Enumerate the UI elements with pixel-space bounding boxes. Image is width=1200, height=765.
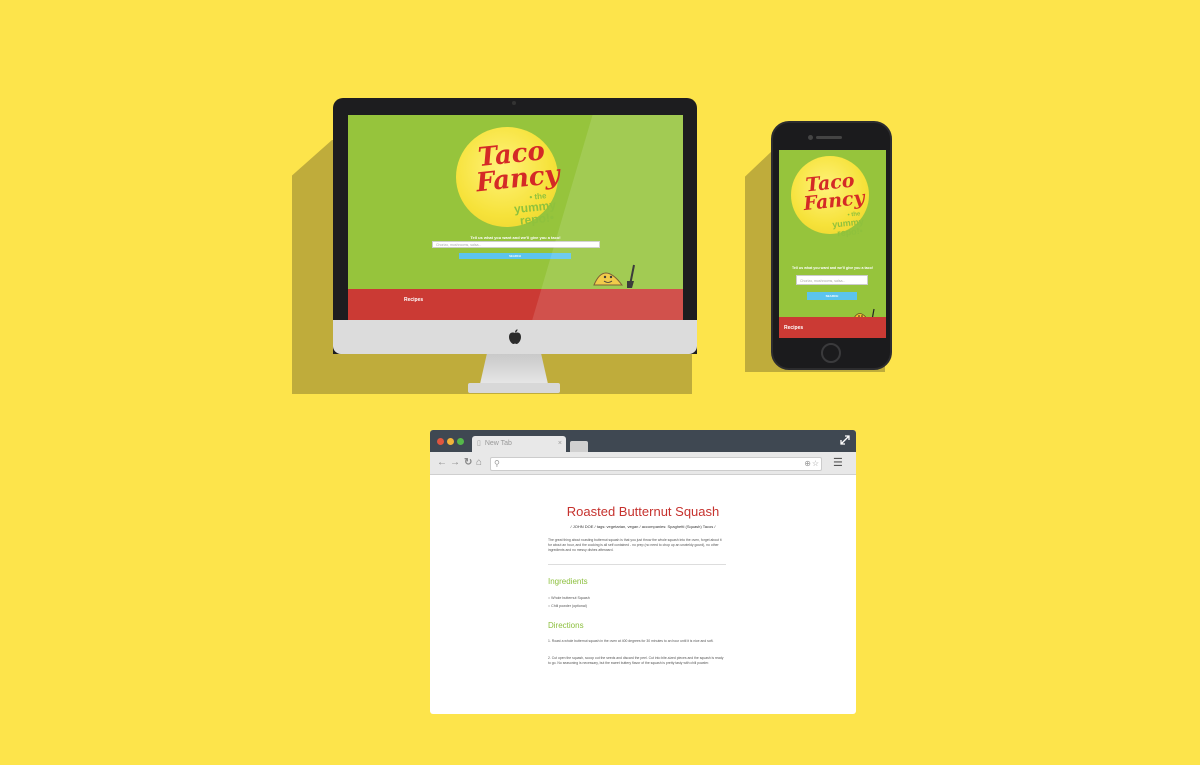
- search-input[interactable]: Chorizo, mushrooms, salsa...: [432, 241, 600, 248]
- menu-icon[interactable]: ☰: [833, 457, 843, 469]
- imac-frame: Taco Fancy • the yummy repo!• Tell us wh…: [333, 98, 697, 354]
- recipe-description: The great thing about roasting butternut…: [548, 538, 722, 552]
- fullscreen-icon[interactable]: [840, 435, 850, 445]
- search-button[interactable]: SEARCH: [807, 292, 857, 300]
- zoom-icon[interactable]: ⊕: [804, 458, 811, 470]
- divider: [548, 564, 726, 565]
- recipe-title: Roasted Butternut Squash: [566, 504, 720, 519]
- footer-recipes-link[interactable]: Recipes: [404, 297, 423, 303]
- forward-arrow-icon[interactable]: →: [450, 457, 460, 469]
- phone-speaker: [816, 136, 842, 139]
- tab-new-tab[interactable]: ▯ New Tab ×: [472, 436, 566, 452]
- window-maximize-button[interactable]: [457, 438, 464, 445]
- address-bar[interactable]: ⚲ ⊕ ☆: [490, 457, 822, 471]
- star-icon[interactable]: ☆: [812, 458, 819, 470]
- imac-stand: [480, 354, 548, 384]
- ingredient-item: ○ Whole butternut Squash: [548, 596, 590, 600]
- page-icon: ▯: [477, 440, 481, 447]
- footer-bar: Recipes: [779, 317, 886, 338]
- phone-camera: [808, 135, 813, 140]
- search-icon: ⚲: [494, 459, 500, 468]
- browser-window: ▯ New Tab × ← → ↻ ⌂ ⚲ ⊕ ☆ ☰ Roasted Butt…: [430, 430, 856, 714]
- footer-recipes-link[interactable]: Recipes: [784, 325, 803, 331]
- recipe-meta: / JOHN DOE / tags: vegetarian, vegan / a…: [570, 524, 716, 529]
- new-tab-button[interactable]: [570, 441, 588, 452]
- imac-foot: [468, 383, 560, 393]
- taco-mascot-icon: [593, 264, 635, 288]
- tab-title: New Tab: [484, 440, 512, 447]
- direction-step: 2. Cut open the squash, scoop out the se…: [548, 656, 724, 665]
- search-input[interactable]: Chorizo, mushrooms, salsa...: [796, 275, 868, 285]
- footer-bar: Recipes: [348, 289, 683, 320]
- back-arrow-icon[interactable]: ←: [437, 457, 447, 469]
- imac-chin: [333, 320, 697, 354]
- ingredients-heading: Ingredients: [548, 577, 588, 586]
- reload-icon[interactable]: ↻: [464, 457, 472, 469]
- tagline: Tell us what you want and we'll give you…: [470, 235, 561, 240]
- desktop-screen: Taco Fancy • the yummy repo!• Tell us wh…: [348, 115, 683, 320]
- mobile-screen: Taco Fancy • the yummy repo!• Tell us wh…: [779, 150, 886, 338]
- phone-home-button[interactable]: [821, 343, 841, 363]
- window-close-button[interactable]: [437, 438, 444, 445]
- imac-camera: [512, 101, 516, 105]
- home-icon[interactable]: ⌂: [476, 457, 482, 469]
- close-icon[interactable]: ×: [558, 436, 562, 452]
- window-minimize-button[interactable]: [447, 438, 454, 445]
- direction-step: 1. Roast a whole butternut squash in the…: [548, 639, 714, 643]
- search-button[interactable]: SEARCH: [459, 253, 571, 259]
- browser-toolbar: ← → ↻ ⌂ ⚲ ⊕ ☆ ☰: [430, 452, 856, 475]
- directions-heading: Directions: [548, 621, 584, 630]
- browser-titlebar: ▯ New Tab ×: [430, 430, 856, 452]
- apple-logo-icon: [509, 329, 521, 344]
- tagline: Tell us what you want and we'll give you…: [791, 266, 874, 270]
- ingredient-item: ○ Chili powder (optional): [548, 604, 587, 608]
